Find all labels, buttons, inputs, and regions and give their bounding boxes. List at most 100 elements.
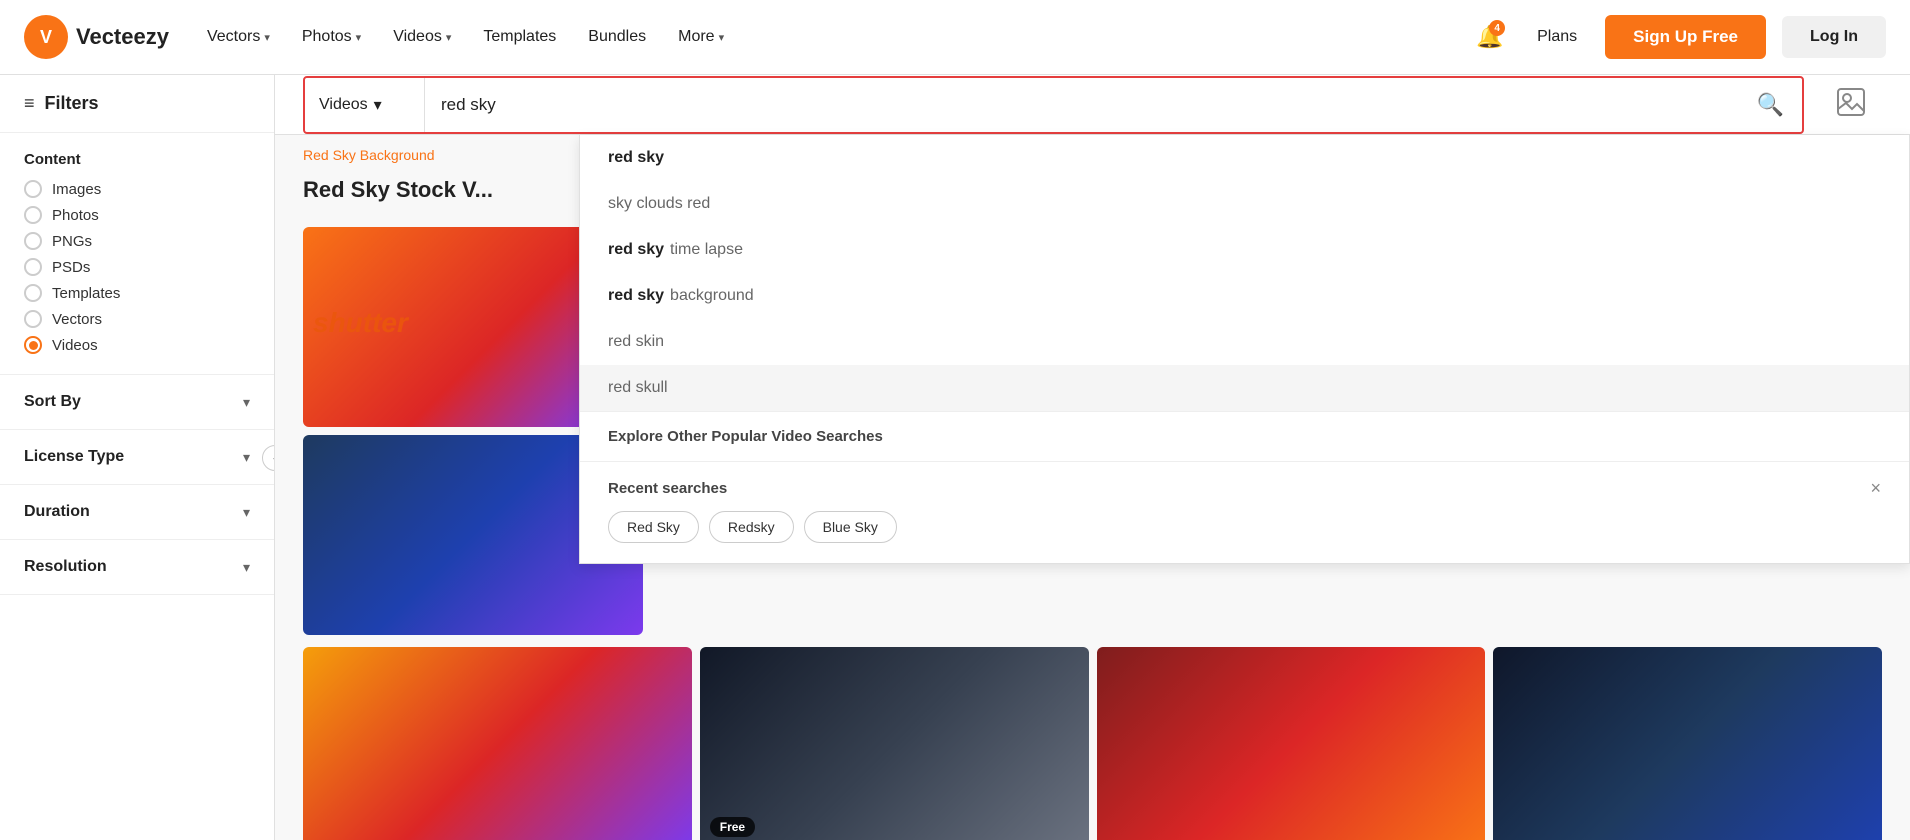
main-nav: Vectors ▾ Photos ▾ Videos ▾ Templates Bu… <box>193 20 1471 54</box>
notification-button[interactable]: 🔔 4 <box>1471 18 1509 56</box>
autocomplete-item-red-skull[interactable]: red skull <box>580 365 1909 411</box>
bottom-card[interactable] <box>1493 647 1882 840</box>
content-option-photos[interactable]: Photos <box>24 206 250 224</box>
content-option-videos[interactable]: Videos <box>24 336 250 354</box>
login-button[interactable]: Log In <box>1782 16 1886 58</box>
radio-templates-label: Templates <box>52 285 120 302</box>
autocomplete-item-sky-clouds[interactable]: sky clouds red <box>580 181 1909 227</box>
recent-tag-blue-sky[interactable]: Blue Sky <box>804 511 897 543</box>
radio-images-label: Images <box>52 181 101 198</box>
recent-tags: Red Sky Redsky Blue Sky <box>608 511 1881 543</box>
explore-label: Explore Other Popular Video Searches <box>608 428 883 445</box>
sidebar: ‹ ≡ Filters Content Images Photos PNGs P… <box>0 75 275 840</box>
nav-photos[interactable]: Photos ▾ <box>288 20 375 54</box>
vectors-chevron-icon: ▾ <box>264 31 270 44</box>
explore-section: Explore Other Popular Video Searches <box>580 412 1909 461</box>
header: V Vecteezy Vectors ▾ Photos ▾ Videos ▾ T… <box>0 0 1910 75</box>
radio-psds[interactable] <box>24 258 42 276</box>
content-option-psds[interactable]: PSDs <box>24 258 250 276</box>
recent-tag-redsky[interactable]: Redsky <box>709 511 794 543</box>
search-input[interactable] <box>425 95 1739 115</box>
free-badge: Free <box>710 817 755 837</box>
duration-header[interactable]: Duration ▾ <box>24 503 250 521</box>
radio-photos[interactable] <box>24 206 42 224</box>
bottom-card[interactable] <box>1097 647 1486 840</box>
duration-title: Duration <box>24 503 90 521</box>
recent-tag-red-sky[interactable]: Red Sky <box>608 511 699 543</box>
recent-title: Recent searches <box>608 480 727 497</box>
videos-chevron-icon: ▾ <box>446 31 452 44</box>
search-header-row: Videos ▾ 🔍 <box>275 75 1910 135</box>
recent-close-button[interactable]: × <box>1870 478 1881 499</box>
radio-images[interactable] <box>24 180 42 198</box>
content-option-images[interactable]: Images <box>24 180 250 198</box>
duration-section: Duration ▾ <box>0 485 274 540</box>
autocomplete-light2: time lapse <box>670 241 743 259</box>
search-category-label: Videos <box>319 96 368 114</box>
radio-videos-label: Videos <box>52 337 98 354</box>
content-option-templates[interactable]: Templates <box>24 284 250 302</box>
plans-link[interactable]: Plans <box>1525 20 1589 54</box>
image-card[interactable]: shutter <box>303 227 612 427</box>
autocomplete-light3: background <box>670 287 754 305</box>
breadcrumb-link[interactable]: Red Sky Background <box>303 147 435 163</box>
content-option-pngs[interactable]: PNGs <box>24 232 250 250</box>
signup-button[interactable]: Sign Up Free <box>1605 15 1766 59</box>
autocomplete-light4: red skin <box>608 333 664 351</box>
filters-icon: ≡ <box>24 93 35 114</box>
photos-chevron-icon: ▾ <box>356 31 362 44</box>
filters-label: Filters <box>45 93 99 114</box>
autocomplete-bold2: red sky <box>608 241 664 259</box>
sort-chevron-icon: ▾ <box>243 394 250 411</box>
autocomplete-bold: red sky <box>608 149 664 167</box>
resolution-header[interactable]: Resolution ▾ <box>24 558 250 576</box>
bottom-card[interactable]: Free <box>700 647 1089 840</box>
search-submit-icon[interactable]: 🔍 <box>1739 92 1802 118</box>
bottom-grid: Free <box>275 647 1910 840</box>
radio-templates[interactable] <box>24 284 42 302</box>
sort-by-section: Sort By ▾ <box>0 375 274 430</box>
autocomplete-light5: red skull <box>608 379 668 397</box>
radio-pngs-label: PNGs <box>52 233 92 250</box>
bottom-card[interactable] <box>303 647 692 840</box>
sort-by-header[interactable]: Sort By ▾ <box>24 393 250 411</box>
search-category-dropdown[interactable]: Videos ▾ <box>305 78 425 132</box>
nav-bundles[interactable]: Bundles <box>574 20 660 54</box>
radio-vectors[interactable] <box>24 310 42 328</box>
logo-text: Vecteezy <box>76 24 169 50</box>
resolution-section: Resolution ▾ <box>0 540 274 595</box>
notification-badge: 4 <box>1489 20 1505 36</box>
image-search-icon[interactable] <box>1820 87 1882 123</box>
recent-section: Recent searches × Red Sky Redsky Blue Sk… <box>580 462 1909 563</box>
content-label: Content <box>24 151 250 168</box>
license-type-title: License Type <box>24 448 124 466</box>
autocomplete-light: sky clouds red <box>608 195 710 213</box>
license-type-header[interactable]: License Type ▾ <box>24 448 250 466</box>
radio-pngs[interactable] <box>24 232 42 250</box>
resolution-chevron-icon: ▾ <box>243 559 250 576</box>
header-right: 🔔 4 Plans Sign Up Free Log In <box>1471 15 1886 59</box>
radio-vectors-label: Vectors <box>52 311 102 328</box>
autocomplete-item-red-skin[interactable]: red skin <box>580 319 1909 365</box>
autocomplete-item-red-sky[interactable]: red sky <box>580 135 1909 181</box>
filters-header: ≡ Filters <box>0 75 274 133</box>
nav-templates[interactable]: Templates <box>469 20 570 54</box>
main-content: Videos ▾ 🔍 Red Sky Background Red Sky <box>275 75 1910 840</box>
logo-icon: V <box>24 15 68 59</box>
nav-videos[interactable]: Videos ▾ <box>379 20 465 54</box>
autocomplete-dropdown: red sky sky clouds red red sky time laps… <box>579 135 1910 564</box>
radio-videos[interactable] <box>24 336 42 354</box>
license-chevron-icon: ▾ <box>243 449 250 466</box>
nav-more[interactable]: More ▾ <box>664 20 738 54</box>
autocomplete-item-background[interactable]: red sky background <box>580 273 1909 319</box>
main-layout: ‹ ≡ Filters Content Images Photos PNGs P… <box>0 75 1910 840</box>
logo-area[interactable]: V Vecteezy <box>24 15 169 59</box>
resolution-title: Resolution <box>24 558 107 576</box>
radio-psds-label: PSDs <box>52 259 90 276</box>
radio-photos-label: Photos <box>52 207 99 224</box>
autocomplete-item-time-lapse[interactable]: red sky time lapse <box>580 227 1909 273</box>
content-option-vectors[interactable]: Vectors <box>24 310 250 328</box>
search-bar: Videos ▾ 🔍 <box>303 76 1804 134</box>
license-type-section: License Type ▾ <box>0 430 274 485</box>
nav-vectors[interactable]: Vectors ▾ <box>193 20 284 54</box>
